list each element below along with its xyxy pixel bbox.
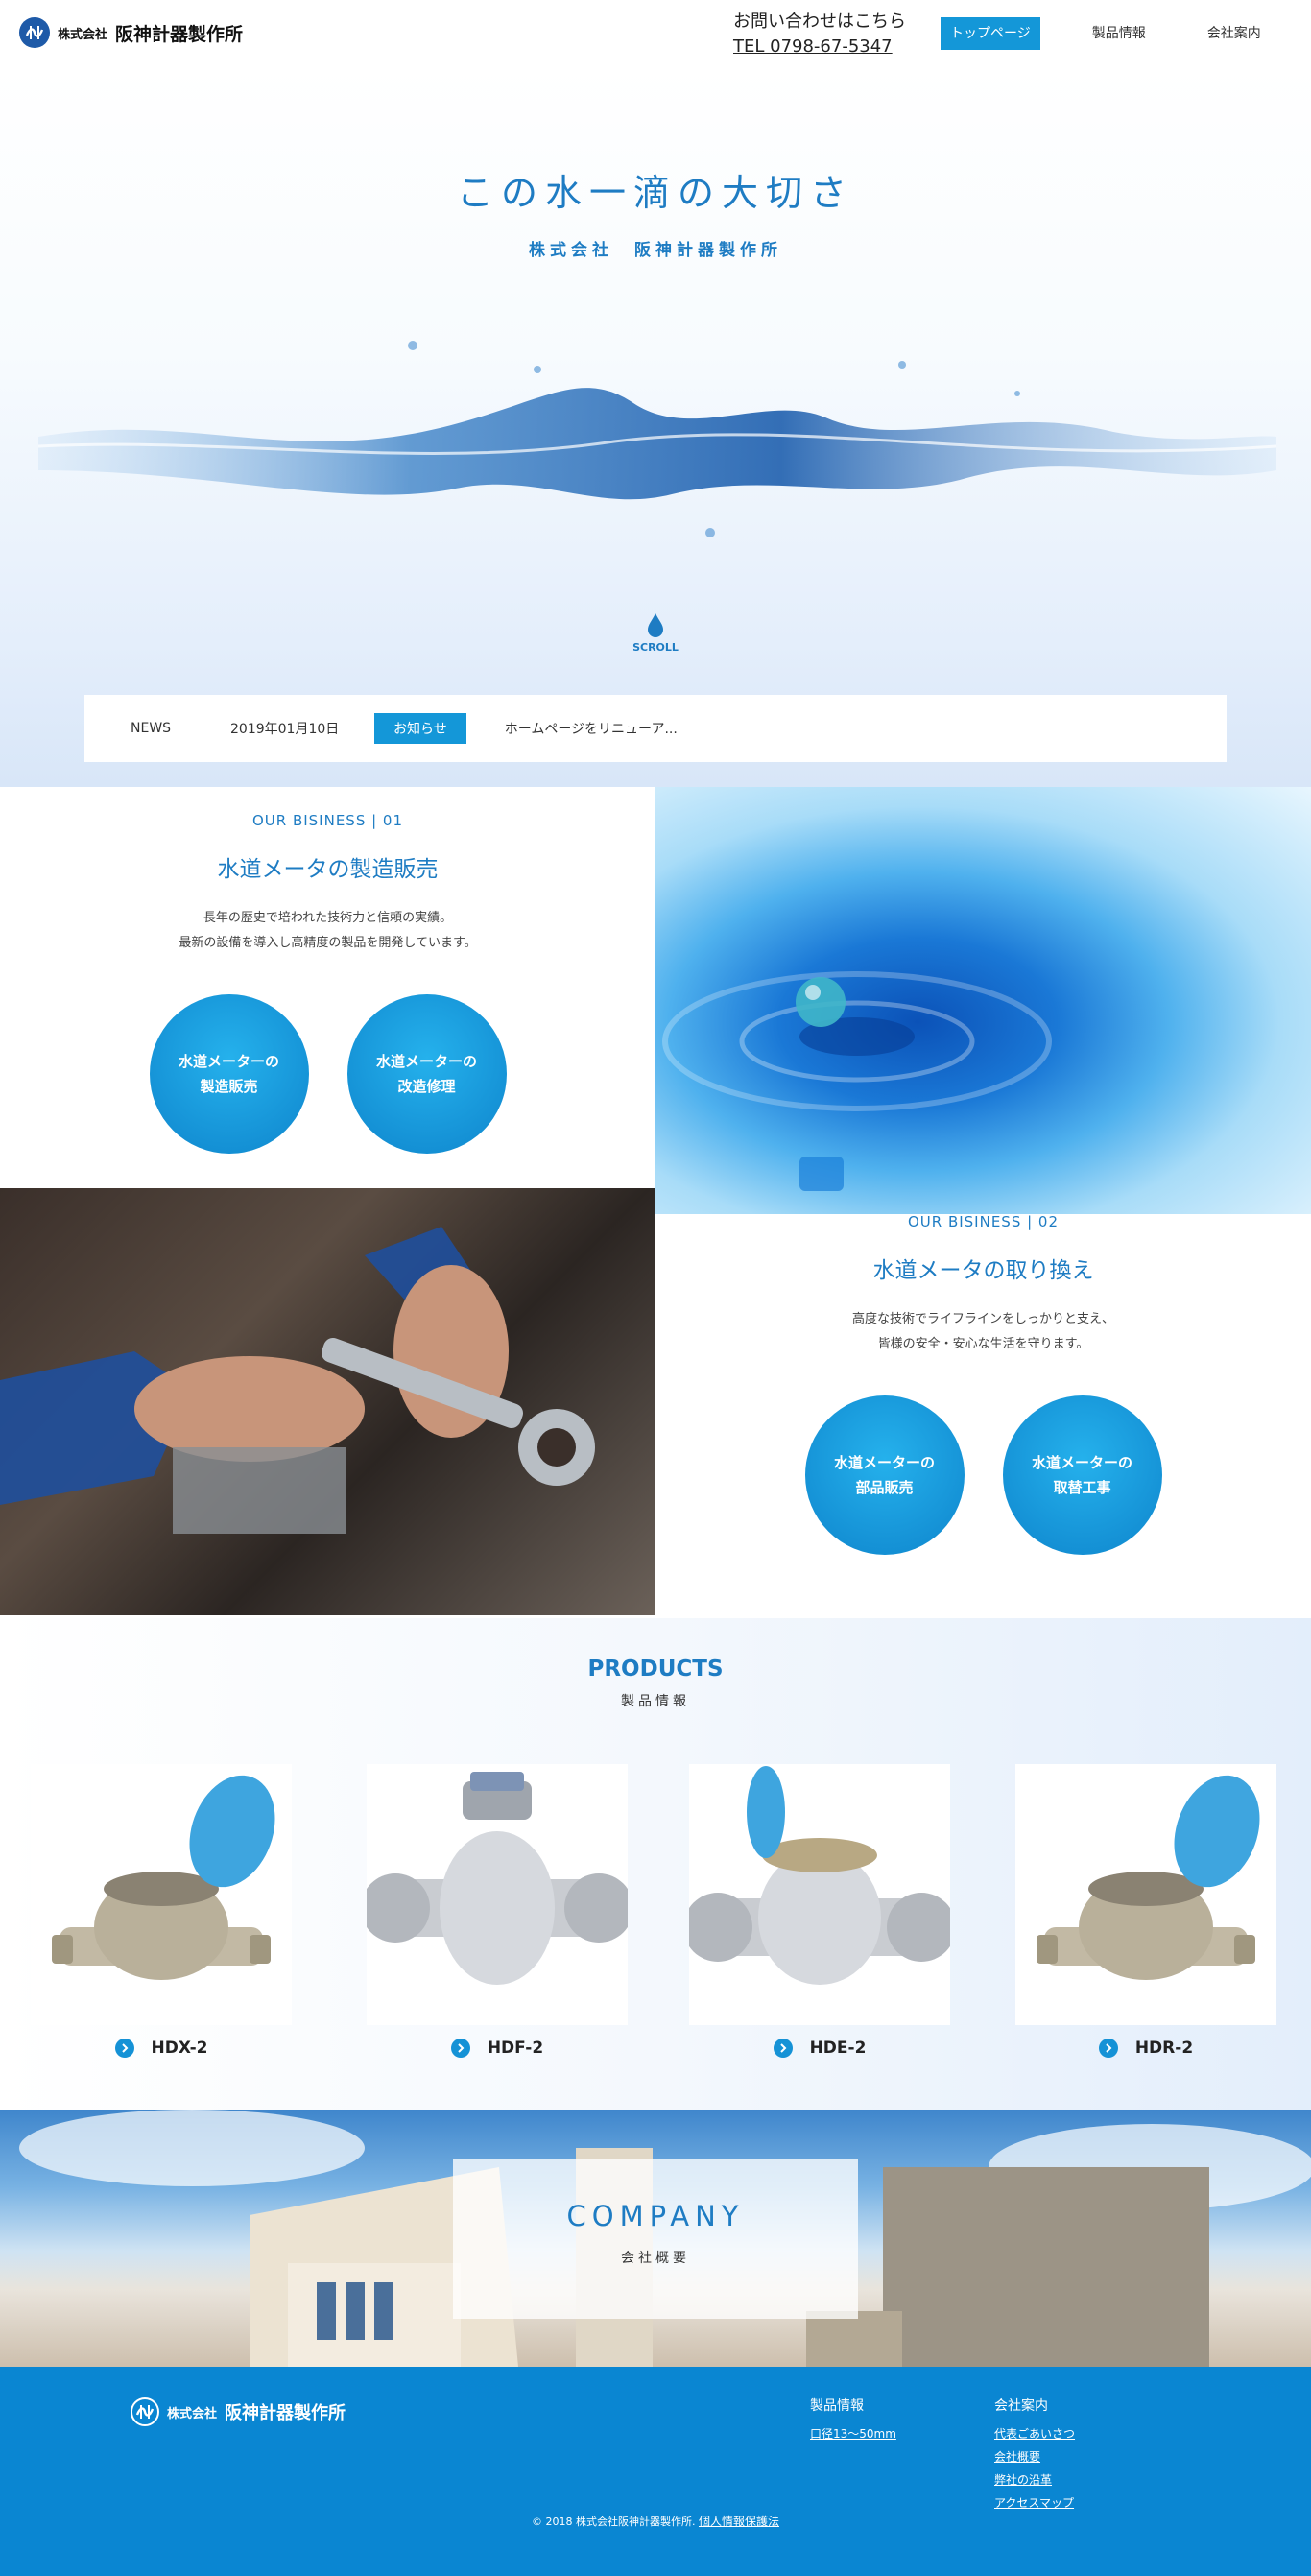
- product-card[interactable]: HDX-2: [31, 1764, 292, 2058]
- hero-title: この水一滴の大切さ: [456, 172, 854, 214]
- manufacturing-sales-button[interactable]: 水道メーターの 製造販売: [149, 994, 309, 1154]
- contact-label: お問い合わせはこちら: [733, 12, 906, 32]
- parts-sales-button[interactable]: 水道メーターの 部品販売: [804, 1395, 965, 1555]
- footer-company-heading: 会社案内: [994, 2398, 1048, 2414]
- product-name-label: HDX-2: [151, 2039, 208, 2058]
- footer-company-name: 阪神計器製作所: [225, 2403, 346, 2423]
- contact-tel-link[interactable]: TEL 0798-67-5347: [733, 36, 906, 57]
- footer-link-size-range[interactable]: 口径13〜50mm: [810, 2422, 896, 2445]
- copyright-text: © 2018 株式会社阪神計器製作所.: [532, 2516, 696, 2528]
- scroll-label: SCROLL: [632, 641, 679, 654]
- business-01-text: OUR BISINESS | 01 水道メータの製造販売 長年の歴史で培われた技…: [0, 787, 656, 1214]
- footer-link-history[interactable]: 弊社の沿革: [994, 2469, 1075, 2492]
- footer-link-overview[interactable]: 会社概要: [994, 2445, 1075, 2469]
- site-footer: 株式会社 阪神計器製作所 製品情報 口径13〜50mm 会社案内 代表ごあいさつ…: [0, 2367, 1311, 2576]
- footer-link-access-map[interactable]: アクセスマップ: [994, 2492, 1075, 2515]
- nav-company[interactable]: 会社案内: [1198, 17, 1271, 50]
- product-name[interactable]: HDX-2: [31, 2039, 292, 2058]
- scroll-indicator[interactable]: SCROLL: [629, 612, 682, 654]
- news-bar: NEWS 2019年01月10日 お知らせ ホームページをリニューア...: [84, 695, 1227, 762]
- product-name-label: HDR-2: [1134, 2039, 1194, 2058]
- button-line: 取替工事: [1053, 1479, 1111, 1496]
- arrow-right-icon: [114, 2039, 134, 2058]
- business-label: OUR BISINESS | 01: [251, 812, 404, 829]
- news-date: 2019年01月10日: [230, 722, 340, 737]
- water-drop-icon: [648, 613, 663, 637]
- company-banner[interactable]: COMPANY 会社概要: [0, 2110, 1311, 2367]
- button-line: 水道メーターの: [833, 1454, 935, 1471]
- company-logo-icon: [131, 2397, 159, 2426]
- water-meter-image: [31, 1764, 292, 2025]
- products-title: PRODUCTS: [587, 1657, 724, 1682]
- logo-company-type: 株式会社: [58, 27, 108, 42]
- business-buttons: 水道メーターの 製造販売 水道メーターの 改造修理: [0, 994, 656, 1154]
- product-card[interactable]: HDF-2: [367, 1764, 628, 2058]
- arrow-right-icon: [1098, 2039, 1118, 2058]
- button-line: 製造販売: [200, 1078, 258, 1095]
- button-line: 改造修理: [397, 1078, 456, 1095]
- water-splash-image: [38, 341, 1276, 537]
- contact-info: お問い合わせはこちら TEL 0798-67-5347: [733, 8, 906, 57]
- company-title: COMPANY: [566, 2200, 745, 2232]
- company-box[interactable]: COMPANY 会社概要: [453, 2159, 858, 2319]
- business-description: 高度な技術でライフラインをしっかりと支え、 皆様の安全・安心な生活を守ります。: [656, 1307, 1311, 1357]
- business-description: 長年の歴史で培われた技術力と信頼の実績。 最新の設備を導入し高精度の製品を開発し…: [0, 906, 656, 956]
- business-title: 水道メータの取り換え: [872, 1258, 1094, 1283]
- product-name[interactable]: HDF-2: [367, 2039, 628, 2058]
- product-name[interactable]: HDR-2: [1015, 2039, 1276, 2058]
- button-line: 部品販売: [855, 1479, 914, 1496]
- footer-products-column: 製品情報 口径13〜50mm: [810, 2396, 896, 2445]
- replacement-work-button[interactable]: 水道メーターの 取替工事: [1002, 1395, 1162, 1555]
- logo[interactable]: 株式会社 阪神計器製作所: [19, 17, 243, 48]
- button-line: 水道メーターの: [375, 1053, 477, 1070]
- modification-repair-button[interactable]: 水道メーターの 改造修理: [346, 994, 507, 1154]
- business-desc-line: 皆様の安全・安心な生活を守ります。: [877, 1337, 1089, 1351]
- arrow-right-icon: [773, 2039, 793, 2058]
- nav-products[interactable]: 製品情報: [1083, 17, 1156, 50]
- water-meter-image: [1015, 1764, 1276, 2025]
- footer-products-heading: 製品情報: [810, 2398, 864, 2414]
- water-drop-photo: [656, 787, 1311, 1214]
- products-section: PRODUCTS 製品情報 HDX-2 HDF-2 HDE-2 HDR-2: [0, 1618, 1311, 2110]
- footer-link-greeting[interactable]: 代表ごあいさつ: [994, 2422, 1075, 2445]
- nav-top-page[interactable]: トップページ: [941, 17, 1040, 50]
- news-label: NEWS: [131, 721, 172, 736]
- company-subtitle: 会社概要: [621, 2251, 690, 2266]
- hero: この水一滴の大切さ 株式会社 阪神計器製作所 SCROLL: [0, 67, 1311, 787]
- button-line: 水道メーターの: [178, 1053, 279, 1070]
- footer-logo[interactable]: 株式会社 阪神計器製作所: [131, 2397, 346, 2426]
- business-buttons: 水道メーターの 部品販売 水道メーターの 取替工事: [656, 1395, 1311, 1555]
- product-card[interactable]: HDE-2: [689, 1764, 950, 2058]
- business-title: 水道メータの製造販売: [217, 857, 439, 882]
- copyright: © 2018 株式会社阪神計器製作所. 個人情報保護法: [0, 2513, 1311, 2529]
- site-header: 株式会社 阪神計器製作所 お問い合わせはこちら TEL 0798-67-5347…: [0, 0, 1311, 67]
- business-label: OUR BISINESS | 02: [907, 1213, 1060, 1230]
- flanged-meter-image: [367, 1764, 628, 2025]
- wrench-work-photo: [0, 1188, 656, 1615]
- business-01: OUR BISINESS | 01 水道メータの製造販売 長年の歴史で培われた技…: [0, 787, 1311, 1214]
- company-logo-icon: [19, 17, 50, 48]
- business-desc-line: 長年の歴史で培われた技術力と信頼の実績。: [203, 911, 453, 925]
- product-name-label: HDF-2: [487, 2039, 544, 2058]
- product-name[interactable]: HDE-2: [689, 2039, 950, 2058]
- button-line: 水道メーターの: [1031, 1454, 1132, 1471]
- footer-company-column: 会社案内 代表ごあいさつ 会社概要 弊社の沿革 アクセスマップ: [994, 2396, 1075, 2515]
- arrow-right-icon: [450, 2039, 470, 2058]
- hero-subtitle: 株式会社 阪神計器製作所: [529, 241, 782, 260]
- business-02: OUR BISINESS | 02 水道メータの取り換え 高度な技術でライフライ…: [0, 1188, 1311, 1615]
- main-nav: トップページ 製品情報 会社案内: [941, 17, 1271, 50]
- footer-company-type: 株式会社: [167, 2406, 218, 2421]
- news-link[interactable]: ホームページをリニューア...: [505, 719, 678, 738]
- business-desc-line: 最新の設備を導入し高精度の製品を開発しています。: [179, 936, 477, 950]
- business-desc-line: 高度な技術でライフラインをしっかりと支え、: [851, 1312, 1114, 1326]
- news-category-badge: お知らせ: [374, 713, 466, 744]
- privacy-policy-link[interactable]: 個人情報保護法: [699, 2515, 779, 2528]
- flanged-meter-lid-image: [689, 1764, 950, 2025]
- logo-company-name: 阪神計器製作所: [115, 23, 244, 45]
- business-02-text: OUR BISINESS | 02 水道メータの取り換え 高度な技術でライフライ…: [656, 1188, 1311, 1615]
- product-card[interactable]: HDR-2: [1015, 1764, 1276, 2058]
- product-name-label: HDE-2: [809, 2039, 867, 2058]
- products-subtitle: 製品情報: [621, 1694, 690, 1709]
